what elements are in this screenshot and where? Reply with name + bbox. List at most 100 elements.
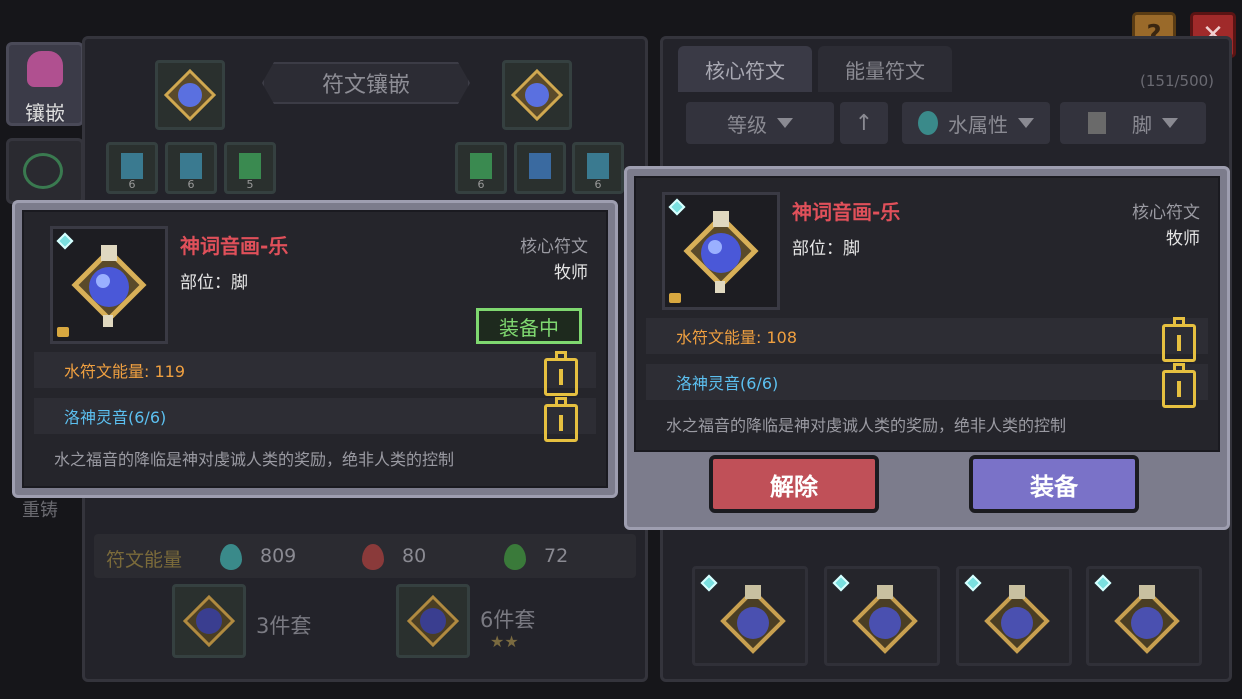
- lock-stat-button[interactable]: [1162, 363, 1196, 408]
- tab-core-runes[interactable]: 核心符文: [678, 46, 812, 92]
- remove-button[interactable]: 解除: [709, 455, 879, 513]
- inventory-rune-slot[interactable]: [1086, 566, 1202, 666]
- energy-rune-icon: [529, 153, 551, 179]
- slot-count: 6: [187, 178, 195, 191]
- scroll-icon: [1088, 112, 1106, 134]
- rune-name: 神词音画-乐: [180, 234, 289, 258]
- stat-row-energy: 水符文能量: 119: [34, 352, 596, 388]
- energy-rune-icon: [239, 153, 261, 179]
- side-tab-recast-label: 重铸: [22, 500, 58, 521]
- energy-rune-icon: [587, 153, 609, 179]
- lock-stat-button[interactable]: [544, 351, 578, 396]
- rune-icon: [984, 585, 1050, 654]
- core-rune-slot-left[interactable]: [155, 60, 225, 130]
- chevron-down-icon: [777, 118, 793, 128]
- rune-description: 水之福音的降临是神对虔诚人类的奖励，绝非人类的控制: [54, 450, 455, 469]
- stat-row-skill: 洛神灵音(6/6): [34, 398, 596, 434]
- rune-part: 部位：脚: [180, 273, 248, 293]
- level-filter[interactable]: 等级: [686, 102, 834, 144]
- side-tab-inlay[interactable]: 镶嵌: [6, 42, 84, 126]
- water-drop-icon: [220, 544, 242, 570]
- energy-rune-icon: [180, 153, 202, 179]
- vase-icon: [27, 51, 63, 87]
- lock-icon: [669, 293, 681, 303]
- stat-energy: 水符文能量: 108: [676, 328, 798, 347]
- rune-icon-box: [662, 192, 780, 310]
- element-filter[interactable]: 水属性: [902, 102, 1050, 144]
- level-filter-label: 等级: [727, 112, 767, 137]
- rune-icon: [683, 211, 759, 293]
- core-rune-slot-right[interactable]: [502, 60, 572, 130]
- equip-button[interactable]: 装备: [969, 455, 1139, 513]
- rune-icon: [71, 245, 147, 327]
- side-tab-recast[interactable]: [6, 138, 84, 204]
- slot-count: 6: [594, 178, 602, 191]
- energy-rune-icon: [470, 153, 492, 179]
- rune-class: 牧师: [1166, 229, 1200, 249]
- arrow-up-icon: ↑: [854, 110, 874, 136]
- inventory-rune-slot[interactable]: [824, 566, 940, 666]
- chevron-down-icon: [1018, 118, 1034, 128]
- energy-rune-slot[interactable]: 6: [106, 142, 158, 194]
- rune-set-icon: [406, 594, 460, 648]
- wind-energy-value: 72: [544, 545, 569, 567]
- set-bonus-slot[interactable]: [172, 584, 246, 658]
- inventory-rune-slot[interactable]: [692, 566, 808, 666]
- energy-rune-slot[interactable]: 6: [455, 142, 507, 194]
- energy-rune-slot[interactable]: 5: [224, 142, 276, 194]
- set-6-label: 6件套: [480, 608, 536, 632]
- energy-rune-icon: [121, 153, 143, 179]
- rune-icon: [720, 585, 786, 654]
- chevron-down-icon: [1162, 118, 1178, 128]
- rune-type: 核心符文: [1132, 203, 1200, 223]
- panel-title: 符文镶嵌: [262, 62, 470, 104]
- set-3-label: 3件套: [256, 614, 312, 638]
- rune-energy-label: 符文能量: [106, 549, 183, 571]
- equipped-badge: 装备中: [476, 308, 582, 344]
- slot-count: 5: [246, 178, 254, 191]
- element-filter-label: 水属性: [948, 112, 1008, 137]
- rune-description: 水之福音的降临是神对虔诚人类的奖励，绝非人类的控制: [666, 416, 1067, 435]
- star-icon: ★★: [490, 632, 519, 651]
- rune-type: 核心符文: [520, 237, 588, 257]
- part-filter-label: 脚: [1132, 112, 1152, 137]
- rune-class: 牧师: [554, 263, 588, 283]
- sort-order-button[interactable]: ↑: [840, 102, 888, 144]
- stat-skill: 洛神灵音(6/6): [64, 408, 167, 427]
- tooltip-body: 神词音画-乐 部位：脚 核心符文 牧师 水符文能量: 108 洛神灵音(6/6)…: [634, 176, 1220, 452]
- stat-row-energy: 水符文能量: 108: [646, 318, 1208, 354]
- selected-rune-tooltip: 神词音画-乐 部位：脚 核心符文 牧师 水符文能量: 108 洛神灵音(6/6)…: [624, 166, 1230, 530]
- tab-energy-runes[interactable]: 能量符文: [818, 46, 952, 92]
- rune-link-icon: [23, 153, 63, 189]
- stat-row-skill: 洛神灵音(6/6): [646, 364, 1208, 400]
- slot-count: 6: [128, 178, 136, 191]
- lock-stat-button[interactable]: [1162, 317, 1196, 362]
- equipped-rune-tooltip: 神词音画-乐 部位：脚 核心符文 牧师 装备中 水符文能量: 119 洛神灵音(…: [12, 200, 618, 498]
- set-bonus-slot[interactable]: [396, 584, 470, 658]
- core-rune-icon: [163, 68, 217, 122]
- water-energy-value: 809: [260, 545, 297, 567]
- fire-icon: [362, 544, 384, 570]
- rune-name: 神词音画-乐: [792, 200, 901, 224]
- wind-icon: [504, 544, 526, 570]
- lock-stat-button[interactable]: [544, 397, 578, 442]
- inventory-count: (151/500): [1140, 72, 1215, 90]
- energy-rune-slot[interactable]: [514, 142, 566, 194]
- energy-rune-slot[interactable]: 6: [572, 142, 624, 194]
- rune-icon: [1114, 585, 1180, 654]
- lock-icon: [57, 327, 69, 337]
- energy-rune-slot[interactable]: 6: [165, 142, 217, 194]
- stat-energy: 水符文能量: 119: [64, 362, 186, 381]
- fire-energy-value: 80: [402, 545, 427, 567]
- tooltip-body: 神词音画-乐 部位：脚 核心符文 牧师 装备中 水符文能量: 119 洛神灵音(…: [22, 210, 608, 488]
- rune-icon: [852, 585, 918, 654]
- core-rune-icon: [510, 68, 564, 122]
- water-drop-icon: [918, 111, 938, 135]
- side-tab-inlay-label: 镶嵌: [25, 101, 65, 125]
- rune-part: 部位：脚: [792, 239, 860, 259]
- part-filter[interactable]: 脚: [1060, 102, 1206, 144]
- rune-icon-box: [50, 226, 168, 344]
- slot-count: 6: [477, 178, 485, 191]
- stat-skill: 洛神灵音(6/6): [676, 374, 779, 393]
- inventory-rune-slot[interactable]: [956, 566, 1072, 666]
